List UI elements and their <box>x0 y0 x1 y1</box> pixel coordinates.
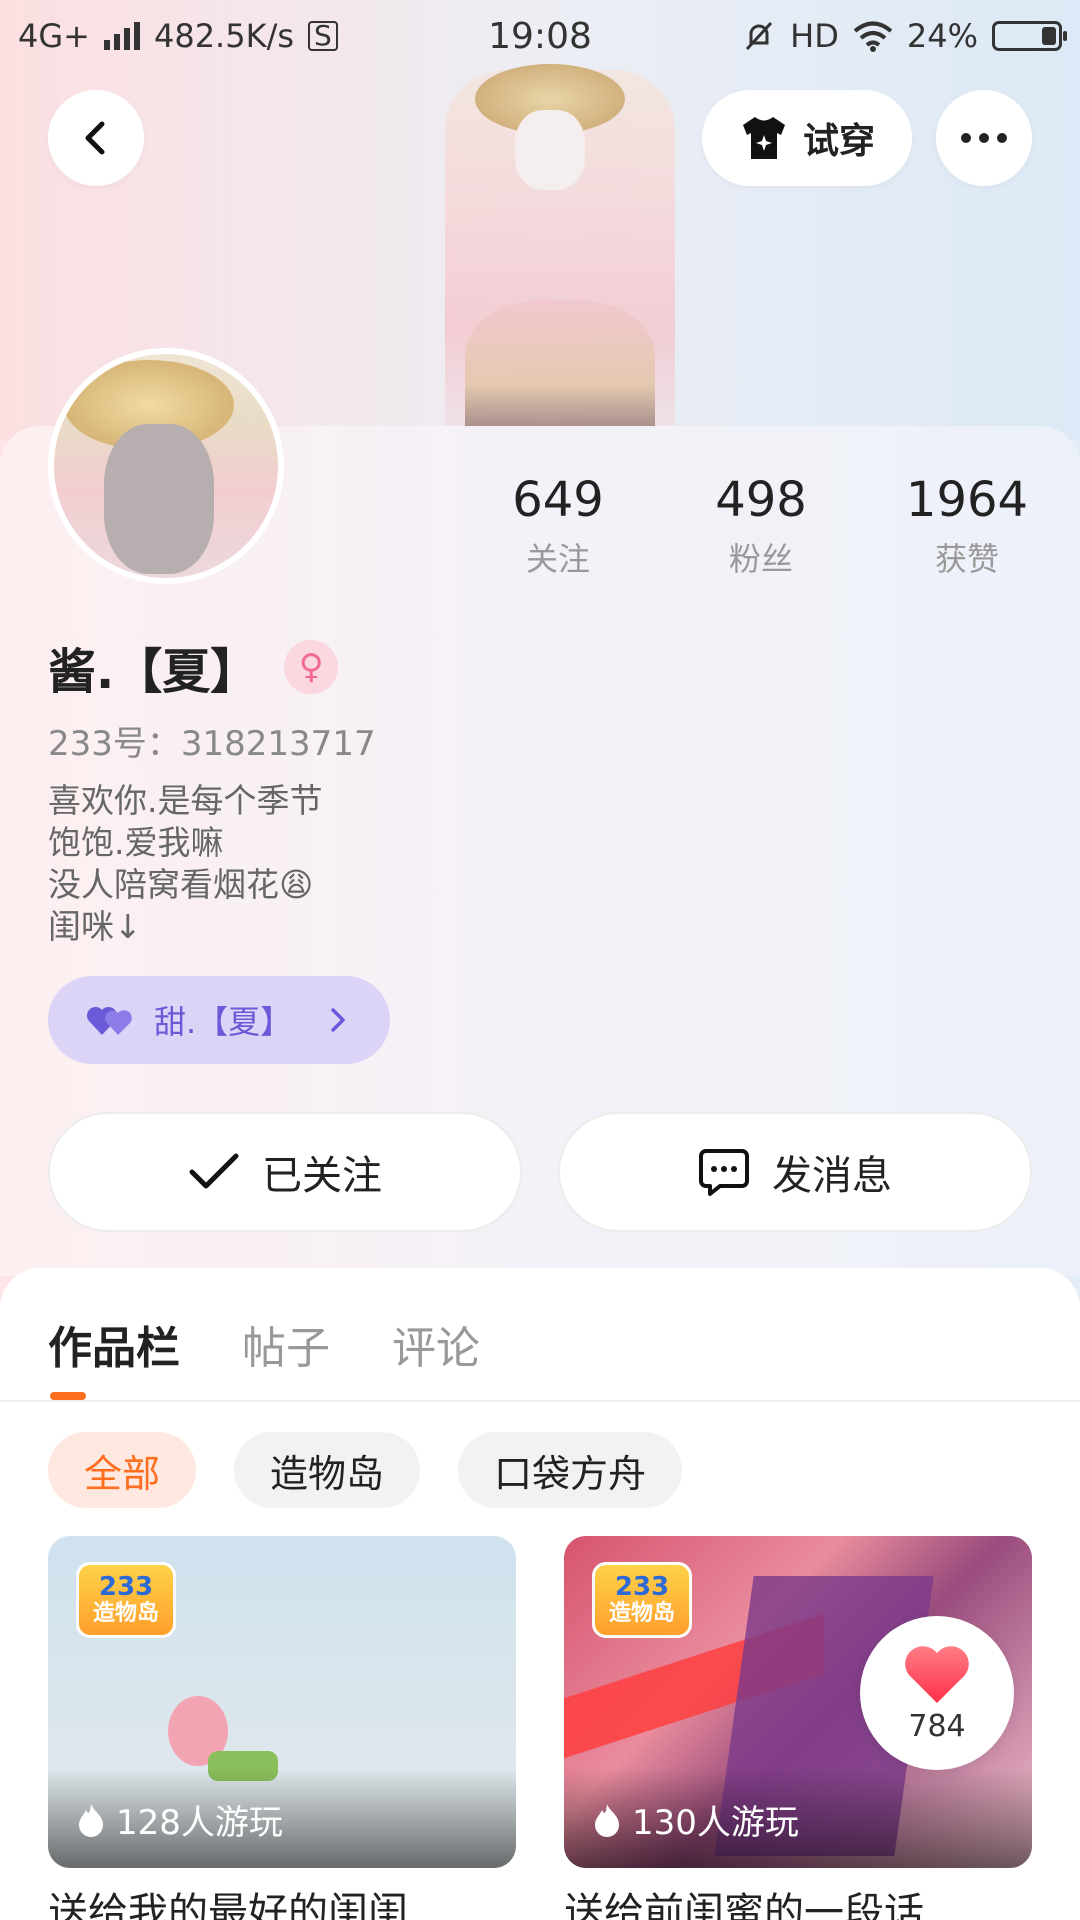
chat-bubble-icon <box>699 1149 749 1196</box>
like-count: 784 <box>908 1708 966 1744</box>
avatar-3d-figure[interactable] <box>445 64 675 440</box>
followed-button[interactable]: 已关注 <box>48 1112 522 1232</box>
try-on-label: 试穿 <box>802 121 875 162</box>
like-button[interactable]: 784 <box>860 1616 1014 1770</box>
logo-number: 233 <box>614 1572 670 1602</box>
username-row: 酱.【夏】 ♀ <box>48 632 339 702</box>
tab-posts[interactable]: 帖子 <box>242 1312 330 1376</box>
more-options-button[interactable] <box>936 90 1032 186</box>
cp-name: 甜.【夏】 <box>154 1003 293 1041</box>
game-logo: 233 造物岛 <box>592 1562 692 1638</box>
play-count-text: 130人游玩 <box>632 1803 799 1843</box>
flame-icon <box>595 1803 619 1837</box>
username: 酱.【夏】 <box>48 644 259 700</box>
send-message-label: 发消息 <box>772 1153 892 1199</box>
more-dot-icon <box>961 133 971 143</box>
work-title[interactable]: 送给我的最好的闺闺 <box>48 1880 408 1920</box>
followed-label: 已关注 <box>262 1153 382 1199</box>
more-dot-icon <box>997 133 1007 143</box>
battery-percent: 24% <box>906 17 978 55</box>
chevron-right-icon <box>331 1008 345 1032</box>
tab-comments[interactable]: 评论 <box>392 1312 480 1376</box>
play-count: 128人游玩 <box>76 1795 283 1844</box>
game-logo: 233 造物岛 <box>76 1562 176 1638</box>
network-speed: 482.5K/s <box>153 17 295 55</box>
battery-icon <box>992 21 1067 51</box>
figure-dress <box>465 300 655 440</box>
send-message-button[interactable]: 发消息 <box>558 1112 1032 1232</box>
sim-icon: S <box>308 21 338 51</box>
female-gender-icon: ♀ <box>284 640 339 694</box>
stat-value: 1964 <box>905 472 1029 528</box>
chevron-left-icon <box>85 121 105 155</box>
cp-relation-tag[interactable]: 甜.【夏】 <box>48 976 390 1064</box>
active-tab-indicator <box>50 1392 86 1400</box>
bio-line: 喜欢你.是每个季节 <box>48 781 323 820</box>
signal-icon <box>103 22 140 50</box>
status-right: HD 24% <box>742 17 1067 55</box>
chip-creation-island[interactable]: 造物岛 <box>234 1432 421 1508</box>
stat-following[interactable]: 649 关注 <box>478 470 638 580</box>
logo-text: 造物岛 <box>92 1601 159 1626</box>
play-count-text: 128人游玩 <box>116 1803 283 1843</box>
chip-pocket-ark[interactable]: 口袋方舟 <box>458 1432 683 1508</box>
check-icon <box>189 1153 239 1189</box>
mute-bell-icon <box>746 21 773 51</box>
stat-label: 获赞 <box>934 540 999 578</box>
stat-label: 关注 <box>525 540 590 578</box>
double-heart-icon <box>86 1006 132 1035</box>
bio: 喜欢你.是每个季节 饱饱.爱我嘛 没人陪窝看烟花😩 闺咪↓ <box>48 780 323 948</box>
heart-icon <box>905 1645 969 1703</box>
logo-text: 造物岛 <box>608 1601 675 1626</box>
back-button[interactable] <box>48 90 144 186</box>
stat-label: 粉丝 <box>728 540 793 578</box>
bio-line: 没人陪窝看烟花😩 <box>48 865 314 904</box>
stat-value: 649 <box>512 472 604 528</box>
logo-number: 233 <box>98 1572 154 1602</box>
more-dot-icon <box>979 133 989 143</box>
work-title[interactable]: 送给前闺蜜的一段话 <box>564 1880 924 1920</box>
bio-line: 闺咪↓ <box>48 907 142 946</box>
bio-line: 饱饱.爱我嘛 <box>48 823 224 862</box>
figure-face <box>515 110 585 190</box>
tab-works[interactable]: 作品栏 <box>48 1312 180 1376</box>
chip-all[interactable]: 全部 <box>48 1432 197 1508</box>
status-bar: 4G+ 482.5K/s S 19:08 HD 24% <box>0 0 1080 72</box>
stat-value: 498 <box>715 472 807 528</box>
filter-chips: 全部 造物岛 口袋方舟 <box>48 1432 683 1508</box>
user-id[interactable]: 233号：318213717 <box>48 716 376 765</box>
hd-label: HD <box>790 17 839 55</box>
content-tabs: 作品栏 帖子 评论 <box>48 1312 480 1376</box>
try-on-button[interactable]: 试穿 <box>702 90 912 186</box>
battery-level <box>1042 27 1056 45</box>
stat-likes[interactable]: 1964 获赞 <box>887 470 1047 580</box>
profile-stats: 649 关注 498 粉丝 1964 获赞 <box>0 470 1080 590</box>
tshirt-sparkle-icon <box>742 117 785 159</box>
network-type: 4G+ <box>18 17 90 55</box>
play-count: 130人游玩 <box>592 1795 799 1844</box>
tabs-divider <box>0 1400 1080 1402</box>
wifi-icon <box>853 21 893 52</box>
work-card[interactable]: 233 造物岛 128人游玩 <box>48 1536 516 1868</box>
stat-fans[interactable]: 498 粉丝 <box>681 470 841 580</box>
status-left: 4G+ 482.5K/s S <box>18 17 338 55</box>
flame-icon <box>79 1803 103 1837</box>
